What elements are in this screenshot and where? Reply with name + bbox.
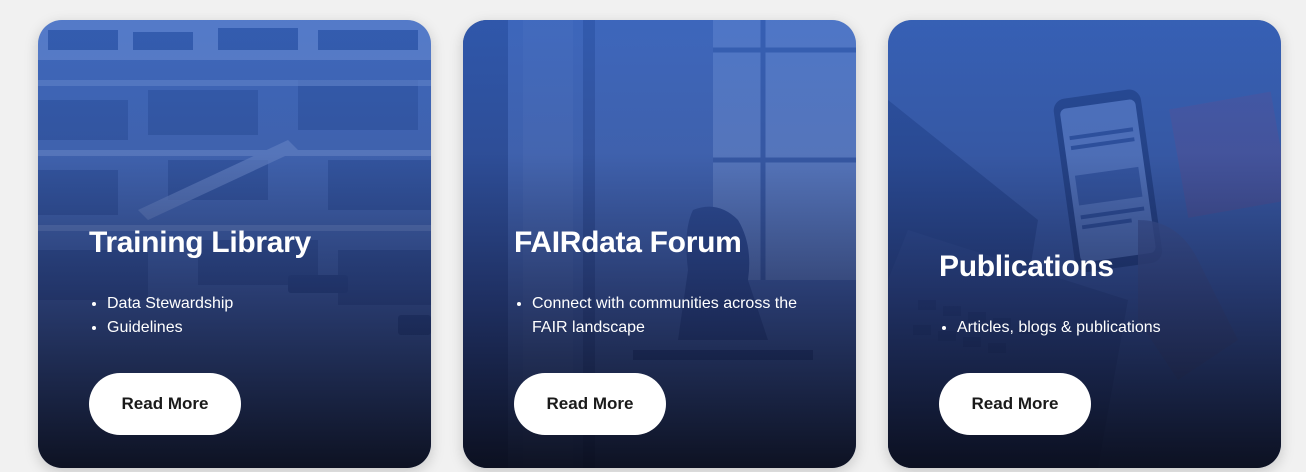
list-item: Articles, blogs & publications — [957, 316, 1247, 340]
card-title: Training Library — [89, 226, 311, 259]
list-item: Data Stewardship — [107, 292, 397, 316]
card-content: FAIRdata Forum Connect with communities … — [463, 20, 856, 468]
card-content: Publications Articles, blogs & publicati… — [888, 20, 1281, 468]
card-publications[interactable]: Publications Articles, blogs & publicati… — [888, 20, 1281, 468]
list-item: Guidelines — [107, 316, 397, 340]
cards-section: Training Library Data Stewardship Guidel… — [0, 0, 1306, 472]
card-bullet-list: Connect with communities across the FAIR… — [514, 292, 822, 340]
card-fairdata-forum[interactable]: FAIRdata Forum Connect with communities … — [463, 20, 856, 468]
read-more-button[interactable]: Read More — [939, 373, 1091, 435]
card-title: FAIRdata Forum — [514, 226, 742, 259]
list-item: Connect with communities across the FAIR… — [532, 292, 822, 340]
card-content: Training Library Data Stewardship Guidel… — [38, 20, 431, 468]
card-bullet-list: Articles, blogs & publications — [939, 316, 1247, 340]
card-title: Publications — [939, 250, 1114, 283]
read-more-button[interactable]: Read More — [514, 373, 666, 435]
card-bullet-list: Data Stewardship Guidelines — [89, 292, 397, 340]
read-more-button[interactable]: Read More — [89, 373, 241, 435]
card-training-library[interactable]: Training Library Data Stewardship Guidel… — [38, 20, 431, 468]
